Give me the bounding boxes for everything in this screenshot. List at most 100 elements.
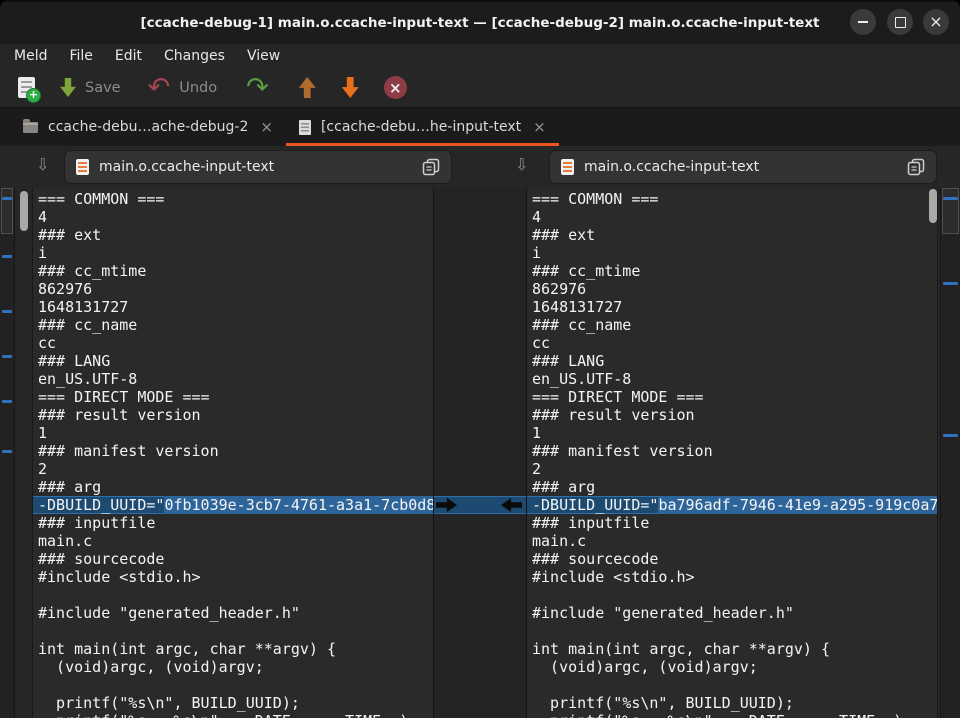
menu-meld[interactable]: Meld: [3, 46, 58, 66]
code-line: #include <stdio.h>: [532, 568, 937, 586]
code-line: printf("%s\n", BUILD_UUID);: [532, 694, 937, 712]
copy-icon[interactable]: [422, 158, 440, 176]
left-code: === COMMON ===4### exti### cc_mtime86297…: [33, 188, 433, 718]
tabbar: ccache-debu…ache-debug-2 × [ccache-debu……: [0, 108, 960, 147]
maximize-button[interactable]: [887, 9, 913, 35]
folder-icon: [23, 122, 38, 133]
code-line: ### cc_mtime: [532, 262, 937, 280]
menu-file[interactable]: File: [58, 46, 103, 66]
tab-folder-comparison[interactable]: ccache-debu…ache-debug-2 ×: [10, 108, 286, 146]
code-line: ### LANG: [532, 352, 937, 370]
chunk-mark[interactable]: [943, 197, 958, 200]
new-comparison-icon: +: [18, 77, 35, 98]
chunk-mark[interactable]: [2, 255, 12, 258]
close-icon: ×: [929, 12, 942, 31]
right-overview-strip[interactable]: [940, 188, 960, 718]
right-scrollbar[interactable]: [929, 189, 937, 223]
document-icon: [299, 120, 311, 135]
code-line: ### cc_name: [532, 316, 937, 334]
redo-icon: ↷: [246, 79, 269, 97]
save-button[interactable]: Save: [60, 78, 121, 97]
save-icon: [60, 78, 76, 97]
code-line: int main(int argc, char **argv) {: [532, 640, 937, 658]
code-line: ### sourcecode: [532, 550, 937, 568]
tab-file-comparison[interactable]: [ccache-debu…he-input-text ×: [286, 108, 559, 146]
undo-button[interactable]: ↶ Undo: [148, 79, 218, 97]
code-line: === DIRECT MODE ===: [532, 388, 937, 406]
previous-change-button[interactable]: [299, 77, 316, 98]
right-file-button[interactable]: main.o.ccache-input-text: [549, 150, 937, 184]
menu-view[interactable]: View: [236, 46, 291, 66]
diff-line: -DBUILD_UUID="0fb1039e-3cb7-4761-a3a1-7c…: [33, 496, 433, 514]
diff-changed-text: ba796adf-7946-41e9-a295-919c0a7: [658, 496, 938, 514]
code-line: printf("%s\n", BUILD_UUID);: [38, 694, 433, 712]
code-line: ### cc_name: [38, 316, 433, 334]
code-line: printf("%s : %s\n", __DATE__, __TIME__);: [532, 712, 937, 718]
diff-prefix: -DBUILD_UUID=": [532, 496, 658, 514]
toolbar: + Save ↶ Undo ↷ ×: [0, 68, 960, 108]
stop-button[interactable]: ×: [384, 76, 407, 99]
left-viewport-indicator[interactable]: [1, 188, 13, 234]
menu-edit[interactable]: Edit: [104, 46, 153, 66]
code-line: [38, 586, 433, 604]
code-line: 4: [38, 208, 433, 226]
diff-prefix: -DBUILD_UUID=": [38, 496, 164, 514]
menu-changes[interactable]: Changes: [153, 46, 236, 66]
plus-badge-icon: +: [26, 88, 41, 103]
right-code: === COMMON ===4### exti### cc_mtime86297…: [527, 188, 937, 718]
stop-icon: ×: [389, 79, 402, 97]
code-line: ### result version: [532, 406, 937, 424]
code-line: ### inputfile: [532, 514, 937, 532]
chunk-mark[interactable]: [2, 310, 12, 313]
link-gutter: [433, 188, 527, 718]
chunk-mark[interactable]: [2, 400, 12, 403]
tab-close-icon[interactable]: ×: [260, 118, 273, 136]
left-filename: main.o.ccache-input-text: [99, 159, 412, 175]
code-line: en_US.UTF-8: [38, 370, 433, 388]
tab-close-icon[interactable]: ×: [533, 118, 546, 136]
arrow-up-icon: [299, 77, 316, 98]
left-file-button[interactable]: main.o.ccache-input-text: [64, 150, 452, 184]
code-line: int main(int argc, char **argv) {: [38, 640, 433, 658]
chunk-mark[interactable]: [2, 450, 12, 453]
titlebar[interactable]: [ccache-debug-1] main.o.ccache-input-tex…: [0, 0, 960, 44]
code-line: === COMMON ===: [532, 190, 937, 208]
right-filename: main.o.ccache-input-text: [584, 159, 897, 175]
code-line: === COMMON ===: [38, 190, 433, 208]
code-line: ### manifest version: [38, 442, 433, 460]
close-button[interactable]: ×: [923, 9, 949, 35]
save-file-icon[interactable]: ⇩: [36, 155, 49, 174]
undo-label: Undo: [179, 80, 217, 96]
left-editor-pane[interactable]: === COMMON ===4### exti### cc_mtime86297…: [32, 188, 433, 718]
code-line: 2: [38, 460, 433, 478]
code-line: i: [532, 244, 937, 262]
left-scrollbar[interactable]: [20, 191, 28, 231]
next-change-button[interactable]: [342, 77, 359, 98]
file-icon: [76, 159, 89, 175]
code-line: #include "generated_header.h": [38, 604, 433, 622]
code-line: 4: [532, 208, 937, 226]
meld-window: [ccache-debug-1] main.o.ccache-input-tex…: [0, 0, 960, 718]
arrow-down-icon: [342, 77, 359, 98]
code-line: ### inputfile: [38, 514, 433, 532]
code-line: [532, 622, 937, 640]
code-line: #include "generated_header.h": [532, 604, 937, 622]
right-viewport-indicator[interactable]: [942, 188, 959, 234]
chunk-mark[interactable]: [943, 434, 958, 437]
diff-content: === COMMON ===4### exti### cc_mtime86297…: [0, 188, 960, 718]
menubar: Meld File Edit Changes View: [0, 44, 960, 68]
left-overview-strip[interactable]: [0, 188, 15, 718]
redo-button[interactable]: ↷: [246, 79, 269, 97]
code-line: 1: [532, 424, 937, 442]
code-line: [532, 676, 937, 694]
chunk-mark[interactable]: [2, 197, 12, 200]
save-file-icon[interactable]: ⇩: [515, 155, 528, 174]
new-comparison-button[interactable]: +: [18, 77, 35, 98]
chunk-mark[interactable]: [943, 282, 958, 285]
chunk-mark[interactable]: [2, 355, 12, 358]
undo-icon: ↶: [148, 79, 171, 97]
copy-icon[interactable]: [907, 158, 925, 176]
right-editor-pane[interactable]: === COMMON ===4### exti### cc_mtime86297…: [527, 188, 938, 718]
minimize-button[interactable]: [850, 9, 876, 35]
code-line: === DIRECT MODE ===: [38, 388, 433, 406]
